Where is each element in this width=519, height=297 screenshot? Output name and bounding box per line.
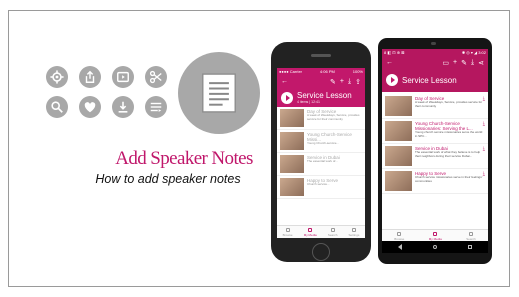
tab-my-media[interactable]: My Media <box>429 230 442 241</box>
tab-search[interactable]: Search <box>328 226 337 238</box>
lesson-title: Service Lesson <box>402 75 457 85</box>
status-time: 4:06 PM <box>319 69 335 74</box>
video-icon[interactable] <box>112 66 134 88</box>
list-item[interactable]: Service in Dubai The essential work of wh… <box>382 144 488 169</box>
android-tab-bar: Browse My Media Search <box>382 229 488 241</box>
android-nav-bar <box>382 241 488 253</box>
search-icon[interactable] <box>46 96 68 118</box>
tab-search[interactable]: Search <box>466 230 476 241</box>
iphone-screen: ●●●● Carrier 4:06 PM 100% ← ✎ + ⤓ ⇪ Serv… <box>277 68 365 238</box>
scissors-icon[interactable] <box>145 66 167 88</box>
slide-title: Add Speaker Notes <box>115 148 253 169</box>
nav-home-icon[interactable] <box>432 245 437 249</box>
iphone-home-button[interactable] <box>312 243 330 261</box>
play-icon[interactable] <box>386 74 398 86</box>
item-desc: The essential work of... <box>307 159 338 163</box>
list-icon[interactable] <box>145 96 167 118</box>
tab-browse[interactable]: Browse <box>283 226 293 238</box>
nav-recents-icon[interactable] <box>468 245 473 249</box>
list-item[interactable]: Service in Dubai The essential work of... <box>277 153 365 176</box>
list-item[interactable]: Happy to Serve Church service missionarie… <box>382 169 488 194</box>
share-icon[interactable] <box>79 66 101 88</box>
tab-settings[interactable]: Settings <box>349 226 359 238</box>
item-desc: A week of Weekdays, Service, provides se… <box>307 113 360 121</box>
android-lesson-header: Service Lesson <box>382 69 488 92</box>
android-camera <box>431 42 436 45</box>
list-item[interactable]: Day of Service A week of Weekdays, Servic… <box>382 94 488 119</box>
play-icon[interactable] <box>281 91 293 104</box>
list-item[interactable]: Young Church-Service Missionaries: Servi… <box>382 119 488 144</box>
thumbnail <box>385 171 412 191</box>
android-toolbar: ← ▭ + ✎ ⤓ ⋖ <box>382 56 488 69</box>
add-icon[interactable]: + <box>340 78 344 86</box>
back-icon[interactable]: ← <box>281 78 288 85</box>
edit-icon[interactable]: ✎ <box>330 78 336 86</box>
thumbnail <box>280 155 304 173</box>
share-icon[interactable]: ⇪ <box>355 78 361 86</box>
android-list: Day of Service A week of Weekdays, Servic… <box>382 92 488 194</box>
status-notifications: 8 ◧ ⊡ ⊕ ⊠ <box>384 50 405 55</box>
item-desc: Young Church-service... <box>307 141 339 145</box>
notes-document-icon <box>178 52 260 134</box>
item-desc: Young church service missionaries serve … <box>415 130 483 138</box>
list-item[interactable]: Young Church-Service Missi... Young Churc… <box>277 130 365 153</box>
status-carrier: ●●●● Carrier <box>279 69 302 74</box>
item-desc: Church service... <box>307 182 330 186</box>
iphone-tab-bar: Browse My Media Search Settings <box>277 225 365 238</box>
thumbnail <box>385 146 412 166</box>
iphone-status-bar: ●●●● Carrier 4:06 PM 100% <box>277 68 365 75</box>
lesson-meta: 4 items | 12:41 <box>297 100 320 104</box>
list-item[interactable]: Happy to Serve Church service... <box>277 176 365 199</box>
tab-my-media[interactable]: My Media <box>304 226 317 238</box>
thumbnail <box>280 132 304 150</box>
download-icon[interactable]: ⤓ <box>483 146 485 152</box>
status-battery: 100% <box>352 69 363 74</box>
iphone-speaker <box>311 54 331 57</box>
thumbnail <box>385 96 412 116</box>
status-system: ✱ ◎ ▾ ◢ 3:02 <box>461 50 486 55</box>
iphone-mockup: ●●●● Carrier 4:06 PM 100% ← ✎ + ⤓ ⇪ Serv… <box>271 42 371 262</box>
heart-icon[interactable] <box>79 96 101 118</box>
gear-icon[interactable] <box>46 66 68 88</box>
back-icon[interactable]: ← <box>386 59 393 66</box>
download-icon[interactable] <box>112 96 134 118</box>
share-icon[interactable]: ⋖ <box>478 59 484 67</box>
item-desc: A week of Weekdays, Service, provides se… <box>415 100 483 108</box>
download-icon[interactable]: ⤓ <box>348 78 351 86</box>
nav-back-icon[interactable] <box>397 244 402 250</box>
edit-icon[interactable]: ✎ <box>461 59 467 67</box>
item-desc: The essential work of what they believe … <box>415 150 481 158</box>
android-header: 8 ◧ ⊡ ⊕ ⊠ ✱ ◎ ▾ ◢ 3:02 ← ▭ + ✎ ⤓ ⋖ Servi… <box>382 49 488 92</box>
item-desc: Church service missionaries serve in the… <box>415 175 483 183</box>
thumbnail <box>280 109 304 127</box>
download-icon[interactable]: ⤓ <box>483 171 485 177</box>
iphone-toolbar: ← ✎ + ⤓ ⇪ <box>277 75 365 88</box>
thumbnail <box>280 178 304 196</box>
lesson-title: Service Lesson <box>297 91 352 100</box>
iphone-header: ●●●● Carrier 4:06 PM 100% ← ✎ + ⤓ ⇪ Serv… <box>277 68 365 107</box>
tab-browse[interactable]: Browse <box>394 230 404 241</box>
thumbnail <box>385 121 412 141</box>
android-screen: 8 ◧ ⊡ ⊕ ⊠ ✱ ◎ ▾ ◢ 3:02 ← ▭ + ✎ ⤓ ⋖ Servi… <box>382 49 488 253</box>
list-item[interactable]: Day of Service A week of Weekdays, Servic… <box>277 107 365 130</box>
download-icon[interactable]: ⤓ <box>471 59 474 67</box>
iphone-lesson-header: Service Lesson 4 items | 12:41 <box>277 88 365 107</box>
android-mockup: 8 ◧ ⊡ ⊕ ⊠ ✱ ◎ ▾ ◢ 3:02 ← ▭ + ✎ ⤓ ⋖ Servi… <box>378 38 492 264</box>
slide-subtitle: How to add speaker notes <box>95 172 241 186</box>
android-status-bar: 8 ◧ ⊡ ⊕ ⊠ ✱ ◎ ▾ ◢ 3:02 <box>382 49 488 56</box>
cast-icon[interactable]: ▭ <box>442 59 449 67</box>
download-icon[interactable]: ⤓ <box>483 96 485 102</box>
iphone-list: Day of Service A week of Weekdays, Servic… <box>277 107 365 199</box>
add-icon[interactable]: + <box>453 59 457 67</box>
download-icon[interactable]: ⤓ <box>483 121 485 127</box>
